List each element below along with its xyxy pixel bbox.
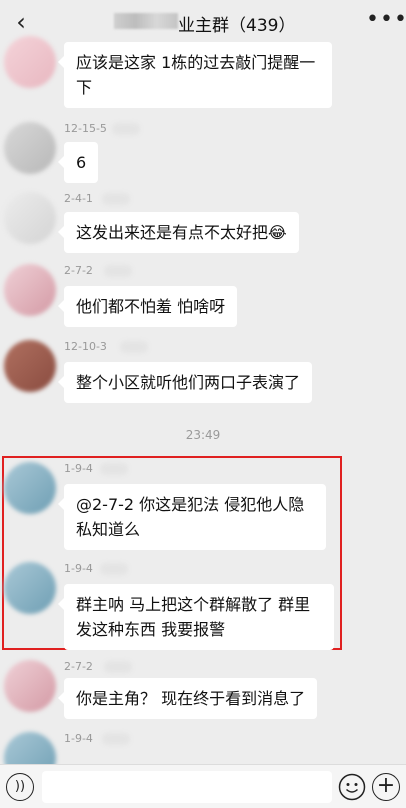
- sender-name: 1-9-4: [64, 732, 93, 745]
- time-divider: 23:49: [185, 428, 221, 442]
- message-bubble[interactable]: 应该是这家 1栋的过去敲门提醒一下: [58, 42, 332, 108]
- sender-name-blur: [120, 341, 148, 353]
- avatar[interactable]: [4, 462, 56, 514]
- avatar[interactable]: [4, 122, 56, 174]
- sender-name: 2-7-2: [64, 660, 93, 673]
- avatar[interactable]: [4, 660, 56, 712]
- plus-icon[interactable]: +: [372, 773, 400, 801]
- message-input[interactable]: [42, 771, 332, 803]
- chat-title: 业主群（439）: [178, 16, 296, 36]
- emoji-icon[interactable]: [338, 773, 366, 801]
- message-bubble[interactable]: 群主呐 马上把这个群解散了 群里发这种东西 我要报警: [58, 584, 334, 650]
- sender-name: 2-4-1: [64, 192, 93, 205]
- more-icon[interactable]: •••: [366, 9, 406, 34]
- sender-name-blur: [100, 463, 128, 475]
- sender-name-blur: [102, 733, 130, 745]
- sender-name: 1-9-4: [64, 462, 93, 475]
- message-bubble[interactable]: 这发出来还是有点不太好把😂: [58, 212, 299, 253]
- sender-name: 1-9-4: [64, 562, 93, 575]
- top-bar: ‹ 业主群（439） •••: [0, 0, 406, 44]
- sender-name: 12-10-3: [64, 340, 107, 353]
- sender-name-blur: [112, 123, 140, 135]
- message-bubble[interactable]: @2-7-2 你这是犯法 侵犯他人隐私知道么: [58, 484, 326, 550]
- avatar[interactable]: [4, 264, 56, 316]
- sender-name-blur: [104, 661, 132, 673]
- message-bubble[interactable]: 整个小区就听他们两口子表演了: [57, 362, 313, 403]
- sender-name: 12-15-5: [64, 122, 107, 135]
- message-bubble[interactable]: 6: [57, 142, 99, 183]
- message-bubble[interactable]: 他们都不怕羞 怕啥呀: [57, 286, 238, 327]
- avatar[interactable]: [4, 562, 56, 614]
- title-blurred-text: [114, 13, 178, 29]
- avatar[interactable]: [4, 340, 56, 392]
- sender-name-blur: [104, 265, 132, 277]
- chevron-left-icon[interactable]: ‹: [8, 8, 34, 36]
- sender-name: 2-7-2: [64, 264, 93, 277]
- avatar[interactable]: [4, 36, 56, 88]
- sender-name-blur: [100, 563, 128, 575]
- input-bar: )) +: [0, 764, 406, 808]
- avatar[interactable]: [4, 192, 56, 244]
- sender-name-blur: [102, 193, 130, 205]
- voice-icon[interactable]: )): [6, 773, 34, 801]
- message-bubble[interactable]: 你是主角？ 现在终于看到消息了: [57, 678, 318, 719]
